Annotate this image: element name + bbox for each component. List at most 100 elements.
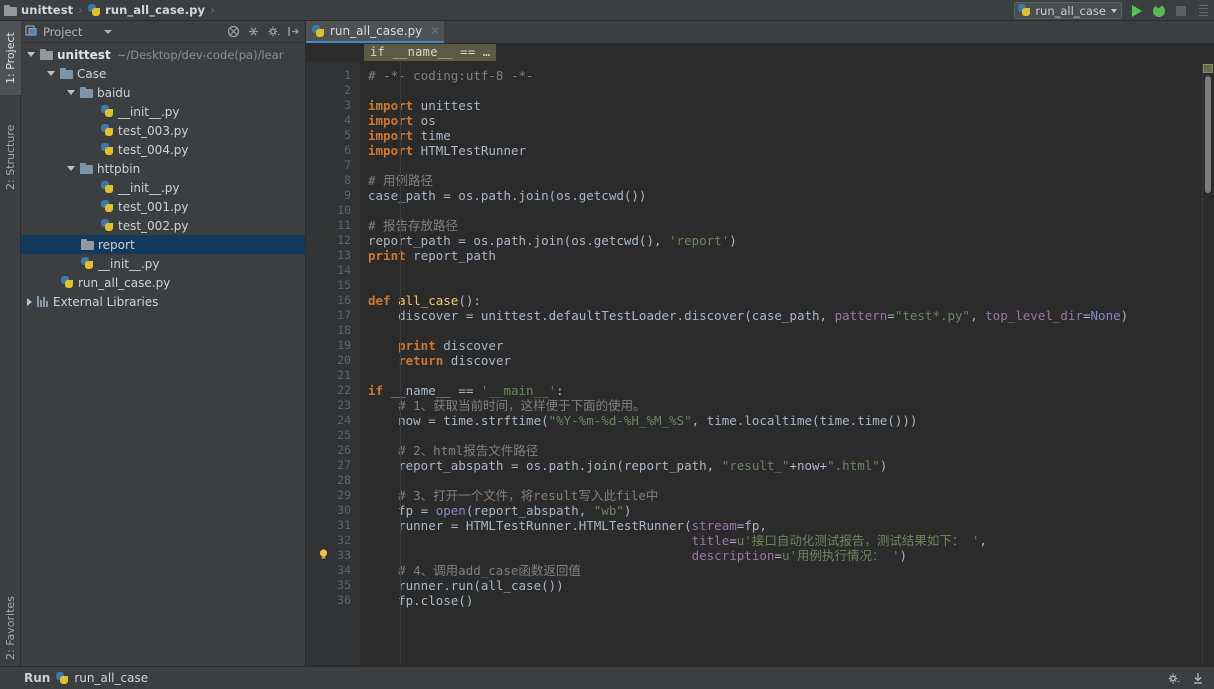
- gutter-line-number[interactable]: 33: [306, 548, 360, 563]
- editor-breadcrumb-chip[interactable]: if __name__ == …: [364, 44, 497, 61]
- code-content[interactable]: # -*- coding:utf-8 -*- import unittest im…: [360, 62, 1214, 666]
- gutter-line-number[interactable]: 3: [306, 98, 367, 113]
- breadcrumb-file[interactable]: run_all_case.py: [84, 0, 209, 21]
- sidebar-item-structure[interactable]: 2: Structure: [0, 109, 21, 205]
- code-line[interactable]: # 报告存放路径: [360, 218, 1214, 233]
- tree-twisty-open-icon[interactable]: [47, 71, 55, 76]
- code-line[interactable]: import HTMLTestRunner: [360, 143, 1214, 158]
- gutter-line-number[interactable]: 36: [306, 593, 367, 608]
- gutter-line-number[interactable]: 8: [306, 173, 360, 188]
- code-line[interactable]: [360, 323, 1214, 338]
- gutter-line-number[interactable]: 31: [306, 518, 360, 533]
- code-line[interactable]: if __name__ == '__main__':: [360, 383, 1214, 398]
- tree-item-test-002-py[interactable]: test_002.py: [21, 216, 305, 235]
- tree-item-httpbin[interactable]: httpbin: [21, 159, 305, 178]
- code-line[interactable]: print discover: [360, 338, 1214, 353]
- tree-item-run-all-case-py[interactable]: run_all_case.py: [21, 273, 305, 292]
- gutter-line-number[interactable]: 26: [306, 443, 360, 458]
- gutter-line-number[interactable]: 5: [306, 128, 360, 143]
- gutter-line-number[interactable]: 15: [306, 278, 360, 293]
- code-line[interactable]: fp.close(): [360, 593, 1214, 608]
- gutter-line-number[interactable]: 16: [306, 293, 367, 308]
- run-configuration-selector[interactable]: run_all_case: [1014, 2, 1122, 19]
- gutter-line-number[interactable]: 29: [306, 488, 360, 503]
- code-line[interactable]: return discover: [360, 353, 1214, 368]
- stop-button[interactable]: [1170, 0, 1192, 21]
- settings-gear-icon[interactable]: [1167, 672, 1180, 685]
- code-line[interactable]: case_path = os.path.join(os.getcwd()): [360, 188, 1214, 203]
- gutter-line-number[interactable]: 23: [306, 398, 360, 413]
- gutter-line-number[interactable]: 9: [306, 188, 360, 203]
- hide-panel-icon[interactable]: [287, 25, 300, 38]
- code-line[interactable]: [360, 203, 1214, 218]
- code-line[interactable]: def all_case():: [360, 293, 1214, 308]
- gutter-line-number[interactable]: 22: [306, 383, 367, 398]
- code-line[interactable]: [360, 473, 1214, 488]
- gutter-line-number[interactable]: 24: [306, 413, 360, 428]
- project-tree[interactable]: unittest ~/Desktop/dev-code(pa)/lear Case b…: [21, 43, 305, 666]
- vertical-scrollbar-thumb[interactable]: [1205, 76, 1211, 193]
- code-line[interactable]: print report_path: [360, 248, 1214, 263]
- settings-gear-icon[interactable]: [267, 25, 280, 38]
- editor-gutter[interactable]: 1 2 3 4 5 6 7 8 9 10 11 12 13 14 15 16 17 18 19 20 21 22 23 24 2…: [306, 62, 367, 666]
- gutter-line-number[interactable]: 2: [306, 83, 360, 98]
- tree-item--init-py[interactable]: __init__.py: [21, 178, 305, 197]
- gutter-line-number[interactable]: 13: [306, 248, 360, 263]
- tree-item-test-004-py[interactable]: test_004.py: [21, 140, 305, 159]
- tree-item-case[interactable]: Case: [21, 64, 305, 83]
- status-run-widget[interactable]: Run run_all_case: [0, 671, 148, 685]
- code-line[interactable]: import unittest: [360, 98, 1214, 113]
- tree-twisty-closed-icon[interactable]: [27, 297, 32, 306]
- code-line[interactable]: import time: [360, 128, 1214, 143]
- editor-scroll-rail[interactable]: [1202, 62, 1214, 666]
- code-line[interactable]: runner.run(all_case()): [360, 578, 1214, 593]
- tree-item-test-003-py[interactable]: test_003.py: [21, 121, 305, 140]
- gutter-line-number[interactable]: 14: [306, 263, 360, 278]
- error-stripe-marker[interactable]: [1203, 64, 1213, 73]
- code-line[interactable]: fp = open(report_abspath, "wb"): [360, 503, 1214, 518]
- code-line[interactable]: # 4、调用add_case函数返回值: [360, 563, 1214, 578]
- code-line[interactable]: # 2、html报告文件路径: [360, 443, 1214, 458]
- tree-twisty-open-icon[interactable]: [67, 90, 75, 95]
- code-line[interactable]: [360, 428, 1214, 443]
- more-button[interactable]: [1192, 0, 1214, 21]
- code-line[interactable]: [360, 368, 1214, 383]
- gutter-line-number[interactable]: 20: [306, 353, 367, 368]
- tree-item--init-py[interactable]: __init__.py: [21, 254, 305, 273]
- code-line[interactable]: report_path = os.path.join(os.getcwd(), …: [360, 233, 1214, 248]
- close-icon[interactable]: ✕: [430, 25, 440, 37]
- code-line[interactable]: description=u'用例执行情况： '): [360, 548, 1214, 563]
- gutter-line-number[interactable]: 1: [306, 68, 360, 83]
- gutter-line-number[interactable]: 11: [306, 218, 360, 233]
- code-line[interactable]: [360, 158, 1214, 173]
- tree-item-unittest[interactable]: unittest ~/Desktop/dev-code(pa)/lear: [21, 45, 305, 64]
- run-button[interactable]: [1126, 0, 1148, 21]
- code-line[interactable]: title=u'接口自动化测试报告，测试结果如下： ',: [360, 533, 1214, 548]
- code-line[interactable]: now = time.strftime("%Y-%m-%d-%H_%M_%S",…: [360, 413, 1214, 428]
- install-plugin-icon[interactable]: [1192, 672, 1204, 685]
- sidebar-item-favorites[interactable]: 2: Favorites: [0, 590, 21, 666]
- tree-item-report[interactable]: report: [21, 235, 305, 254]
- gutter-line-number[interactable]: 4: [306, 113, 360, 128]
- tree-twisty-open-icon[interactable]: [27, 52, 35, 57]
- gutter-line-number[interactable]: 6: [306, 143, 367, 158]
- tree-item-test-001-py[interactable]: test_001.py: [21, 197, 305, 216]
- code-line[interactable]: # 3、打开一个文件，将result写入此file中: [360, 488, 1214, 503]
- gutter-line-number[interactable]: 19: [306, 338, 360, 353]
- intention-bulb-icon[interactable]: [317, 548, 330, 561]
- code-line[interactable]: import os: [360, 113, 1214, 128]
- gutter-line-number[interactable]: 18: [306, 323, 360, 338]
- gutter-line-number[interactable]: 30: [306, 503, 360, 518]
- tree-item-baidu[interactable]: baidu: [21, 83, 305, 102]
- code-line[interactable]: report_abspath = os.path.join(report_pat…: [360, 458, 1214, 473]
- code-line[interactable]: runner = HTMLTestRunner.HTMLTestRunner(s…: [360, 518, 1214, 533]
- gutter-line-number[interactable]: 34: [306, 563, 360, 578]
- chevron-down-icon[interactable]: [104, 29, 113, 34]
- gutter-line-number[interactable]: 21: [306, 368, 360, 383]
- gutter-line-number[interactable]: 10: [306, 203, 360, 218]
- breadcrumb-project[interactable]: unittest: [0, 0, 77, 21]
- gutter-line-number[interactable]: 27: [306, 458, 360, 473]
- code-line[interactable]: # 用例路径: [360, 173, 1214, 188]
- code-line[interactable]: # -*- coding:utf-8 -*-: [360, 68, 1214, 83]
- gutter-line-number[interactable]: 7: [306, 158, 360, 173]
